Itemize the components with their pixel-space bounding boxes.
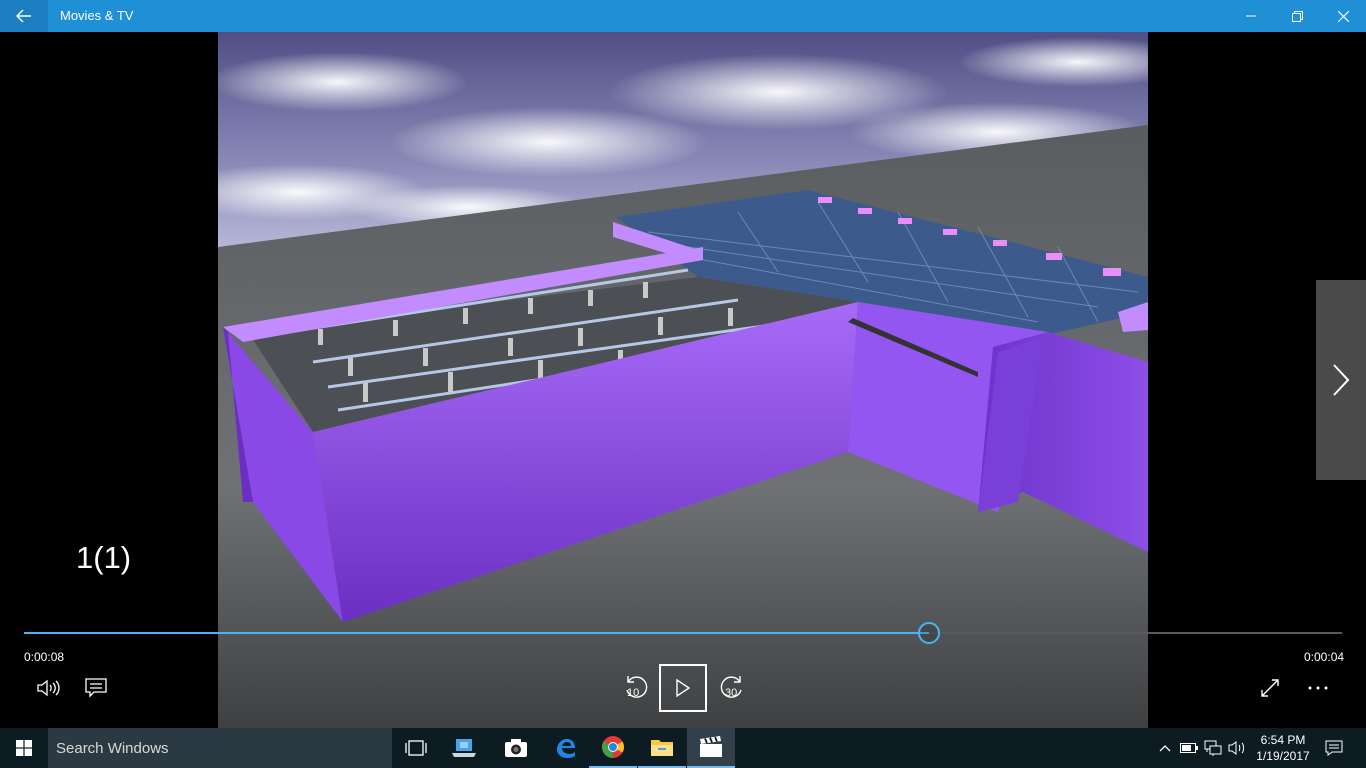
skip-forward-label: 30 [725,687,738,699]
battery-status[interactable] [1178,728,1200,768]
volume-status[interactable] [1226,728,1248,768]
search-box[interactable]: Search Windows [48,728,392,768]
video-stage[interactable]: 1(1) 0:00:08 0:00:04 10 30 [0,32,1366,728]
close-button[interactable] [1320,0,1366,32]
video-picture [218,32,1148,728]
taskbar-app-chrome[interactable] [589,728,637,768]
clock-date: 1/19/2017 [1256,749,1310,763]
notifications-icon [1325,740,1343,756]
title-bar: Movies & TV [0,0,1366,32]
taskbar-app-edge[interactable] [541,728,589,768]
taskbar-app-file-explorer[interactable] [638,728,686,768]
play-icon [676,679,690,697]
volume-button[interactable] [30,672,66,704]
windows-logo-icon [16,740,32,756]
task-view-button[interactable] [392,728,440,768]
network-status[interactable] [1202,728,1224,768]
captions-button[interactable] [78,672,114,704]
elapsed-time: 0:00:08 [24,650,65,664]
skip-back-button[interactable]: 10 [618,670,654,706]
volume-icon [37,679,60,697]
skip-forward-button[interactable]: 30 [714,670,750,706]
seek-bar[interactable] [24,622,1342,644]
edge-browser-icon [557,739,575,758]
skip-back-label: 10 [627,687,640,699]
video-title: 1(1) [76,540,132,575]
fullscreen-icon [1261,679,1279,697]
chevron-up-icon [1159,745,1171,752]
chevron-right-icon [1333,364,1350,396]
camera-app-icon [505,739,527,757]
video-frame[interactable] [218,32,1148,728]
play-button[interactable] [659,664,707,712]
show-hidden-icons-button[interactable] [1154,728,1176,768]
arrow-left-icon [16,9,31,23]
back-button[interactable] [0,0,48,32]
taskbar-app-camera[interactable] [492,728,540,768]
fullscreen-button[interactable] [1252,672,1288,704]
minimize-button[interactable] [1228,0,1274,32]
restore-icon [1291,10,1303,22]
seek-progress [24,632,930,634]
start-button[interactable] [0,728,48,768]
taskbar-app-laptop[interactable] [440,728,488,768]
clapperboard-icon [700,736,722,757]
taskbar-clock[interactable]: 6:54 PM 1/19/2017 [1252,732,1314,764]
clock-time: 6:54 PM [1260,733,1306,747]
restore-button[interactable] [1274,0,1320,32]
speaker-icon [1228,741,1244,755]
app-title: Movies & TV [60,8,134,23]
action-center-button[interactable] [1320,728,1348,768]
taskbar-app-movies-tv[interactable] [687,728,735,768]
more-icon [1308,686,1328,690]
taskbar: Search Windows 6:54 PM 1/19/2017 [0,728,1366,768]
chrome-browser-icon [602,736,624,758]
task-view-icon [405,740,427,756]
minimize-icon [1246,15,1256,17]
next-video-button[interactable] [1316,280,1366,480]
folder-icon [651,740,673,756]
network-icon [1204,740,1222,756]
close-icon [1337,10,1349,22]
more-options-button[interactable] [1300,672,1336,704]
captions-icon [85,678,107,698]
battery-icon [1180,743,1198,753]
remaining-time: 0:00:04 [1304,650,1345,664]
laptop-app-icon [452,739,476,757]
